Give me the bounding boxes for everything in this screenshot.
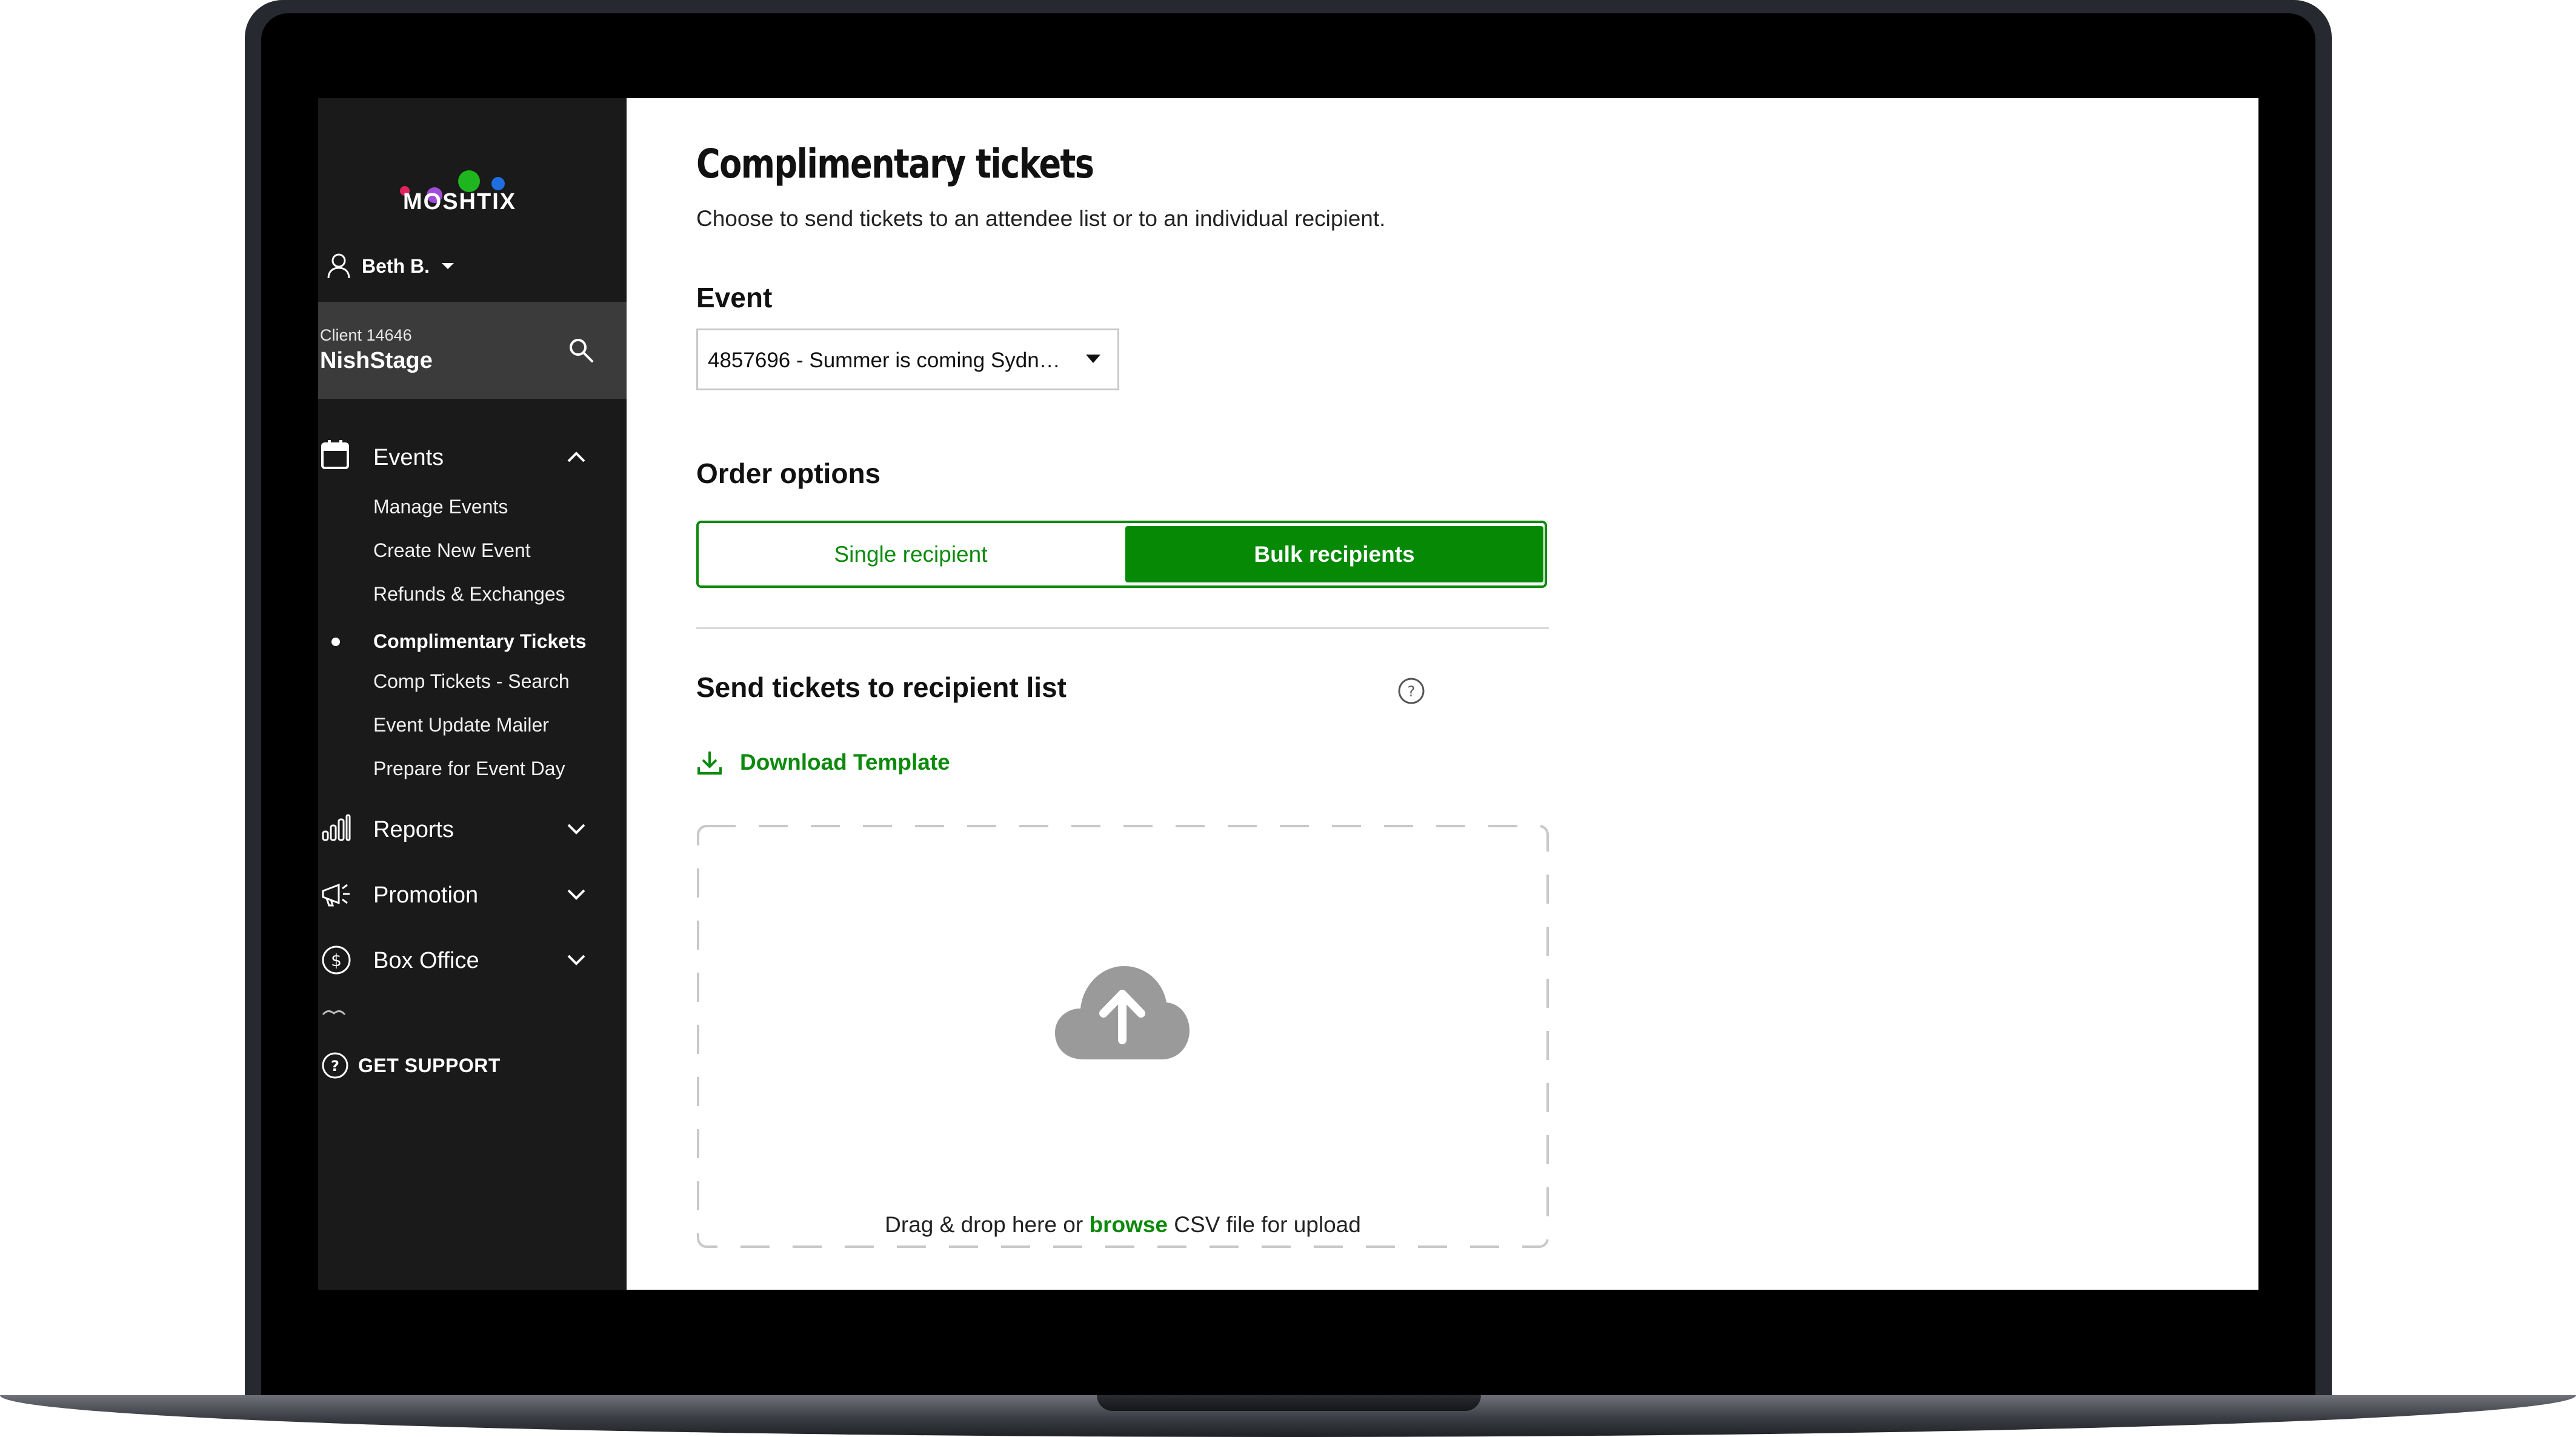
nav-reports-label: Reports bbox=[373, 817, 454, 842]
search-icon[interactable] bbox=[568, 337, 594, 364]
nav-promotion-label: Promotion bbox=[373, 882, 479, 908]
nav-create-new-event[interactable]: Create New Event bbox=[373, 539, 531, 562]
nav-prepare-for-event-day[interactable]: Prepare for Event Day bbox=[373, 758, 565, 780]
csv-dropzone[interactable]: Drag & drop here or browse CSV file for … bbox=[696, 824, 1549, 1249]
nav-events-label: Events bbox=[373, 445, 444, 470]
help-circle-icon: ? bbox=[322, 1052, 348, 1079]
nav-refunds-exchanges[interactable]: Refunds & Exchanges bbox=[373, 583, 565, 605]
get-support-label: GET SUPPORT bbox=[358, 1054, 501, 1076]
client-id: Client 14646 bbox=[320, 326, 412, 344]
event-select-value: 4857696 - Summer is coming Sydn… bbox=[708, 348, 1060, 372]
sidebar: MOSHTIX Beth B. Client 14646 NishStage E… bbox=[318, 98, 627, 1290]
nav-events[interactable]: Events bbox=[318, 439, 627, 475]
bulk-recipients-option[interactable]: Bulk recipients bbox=[1125, 526, 1543, 582]
active-indicator bbox=[331, 638, 340, 646]
page-title: Complimentary tickets bbox=[696, 141, 1094, 187]
calendar-icon bbox=[321, 440, 349, 469]
main-content: Complimentary tickets Choose to send tic… bbox=[627, 98, 2258, 1290]
nav-manage-events[interactable]: Manage Events bbox=[373, 496, 508, 518]
nav-complimentary-tickets[interactable]: Complimentary Tickets bbox=[373, 630, 587, 653]
client-name: NishStage bbox=[320, 348, 433, 373]
svg-text:?: ? bbox=[331, 1058, 339, 1075]
nav-promotion[interactable]: Promotion bbox=[318, 876, 627, 913]
order-options-toggle: Single recipient Bulk recipients bbox=[696, 521, 1547, 588]
drop-text-prefix: Drag & drop here or bbox=[885, 1212, 1090, 1237]
get-support-link[interactable]: ? GET SUPPORT bbox=[321, 1051, 501, 1080]
logo-dot-blue bbox=[491, 177, 505, 190]
svg-text:?: ? bbox=[1408, 683, 1416, 700]
send-list-label: Send tickets to recipient list bbox=[696, 672, 1067, 703]
user-name: Beth B. bbox=[362, 255, 430, 277]
client-selector[interactable]: Client 14646 NishStage bbox=[318, 302, 627, 399]
brand-name: MOSHTIX bbox=[403, 189, 517, 215]
nav-box-office-label: Box Office bbox=[373, 948, 479, 973]
nav-reports[interactable]: Reports bbox=[318, 811, 627, 847]
download-template-link[interactable]: Download Template bbox=[696, 749, 950, 776]
app-window: MOSHTIX Beth B. Client 14646 NishStage E… bbox=[318, 98, 2258, 1290]
user-menu[interactable]: Beth B. bbox=[327, 251, 455, 281]
dropzone-instructions: Drag & drop here or browse CSV file for … bbox=[696, 1212, 1549, 1238]
drop-text-suffix: CSV file for upload bbox=[1168, 1212, 1361, 1237]
download-template-label: Download Template bbox=[740, 750, 950, 775]
megaphone-icon bbox=[322, 883, 350, 907]
help-circle-icon[interactable]: ? bbox=[1396, 676, 1426, 706]
event-select[interactable]: 4857696 - Summer is coming Sydn… bbox=[696, 328, 1119, 390]
chevron-down-icon bbox=[567, 824, 585, 835]
chevron-up-icon bbox=[567, 452, 585, 462]
nav-comp-tickets-search[interactable]: Comp Tickets - Search bbox=[373, 670, 570, 693]
caret-down-icon bbox=[1086, 355, 1100, 363]
browse-link[interactable]: browse bbox=[1089, 1212, 1168, 1237]
dollar-circle-icon: $ bbox=[322, 945, 351, 975]
event-label: Event bbox=[696, 282, 773, 313]
page-subtitle: Choose to send tickets to an attendee li… bbox=[696, 206, 1386, 231]
caret-down-icon bbox=[442, 263, 454, 269]
order-options-label: Order options bbox=[696, 458, 881, 489]
download-icon bbox=[697, 752, 722, 775]
chevron-down-icon bbox=[567, 889, 585, 900]
section-divider bbox=[696, 627, 1549, 629]
nav-event-update-mailer[interactable]: Event Update Mailer bbox=[373, 714, 549, 736]
user-icon bbox=[327, 253, 350, 279]
svg-text:$: $ bbox=[331, 950, 342, 970]
single-recipient-option[interactable]: Single recipient bbox=[699, 523, 1123, 585]
chevron-down-icon bbox=[567, 955, 585, 965]
cloud-upload-icon bbox=[1055, 966, 1190, 1059]
partial-nav-icon bbox=[322, 1010, 346, 1015]
laptop-notch bbox=[1097, 1395, 1481, 1411]
nav-box-office[interactable]: $ Box Office bbox=[318, 942, 627, 978]
bar-chart-icon bbox=[322, 814, 351, 841]
